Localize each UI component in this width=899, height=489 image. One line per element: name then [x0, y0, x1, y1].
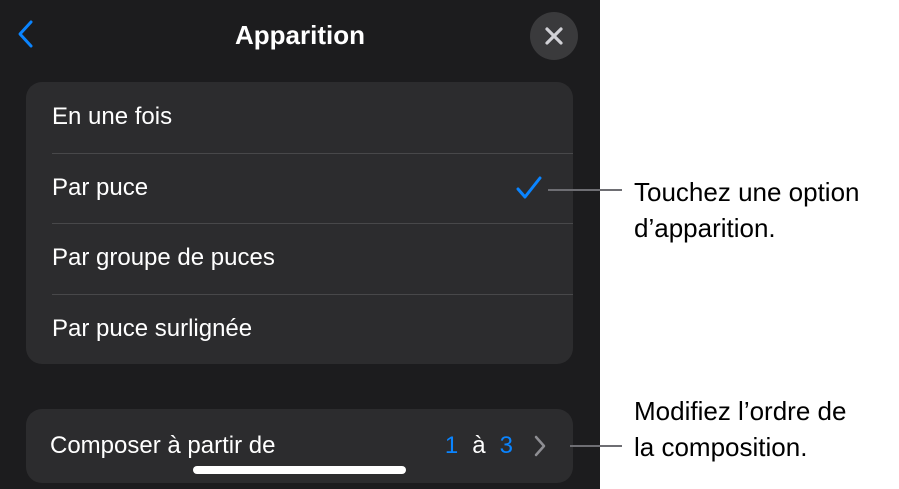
screenshot-stage: Apparition En une fois Par puce Par grou…: [0, 0, 899, 489]
callout-line-option: [548, 189, 622, 191]
callout-option-line1: Touchez une option: [634, 177, 860, 207]
close-icon: [545, 27, 563, 45]
option-label: Par puce: [52, 173, 149, 201]
range-from-value: 1: [444, 432, 459, 459]
callout-option-text: Touchez une option d’apparition.: [634, 174, 860, 246]
option-label: En une fois: [52, 103, 173, 131]
callout-option-line2: d’apparition.: [634, 213, 776, 243]
callout-line-order: [570, 445, 622, 447]
panel-header: Apparition: [0, 0, 600, 72]
option-en-une-fois[interactable]: En une fois: [26, 82, 573, 153]
checkmark-icon: [516, 176, 542, 199]
option-label: Par puce surlignée: [52, 314, 253, 342]
range-separator: à: [472, 432, 486, 459]
build-options-list: En une fois Par puce Par groupe de puces…: [26, 82, 573, 364]
page-title: Apparition: [235, 20, 365, 50]
callout-order-text: Modifiez l’ordre de la composition.: [634, 393, 846, 465]
chevron-right-icon: [533, 434, 547, 458]
option-par-puce[interactable]: Par puce: [26, 152, 573, 224]
option-par-puce-surlignee[interactable]: Par puce surlignée: [26, 293, 573, 365]
option-par-groupe-de-puces[interactable]: Par groupe de puces: [26, 223, 573, 294]
close-button[interactable]: [530, 12, 578, 60]
range-to-value: 3: [499, 432, 513, 459]
build-in-panel: Apparition En une fois Par puce Par grou…: [0, 0, 600, 489]
home-indicator[interactable]: [193, 466, 406, 474]
option-label: Par groupe de puces: [52, 244, 275, 272]
callout-order-line1: Modifiez l’ordre de: [634, 396, 847, 426]
callout-order-line2: la composition.: [634, 432, 808, 462]
build-range: 1 à 3: [445, 429, 547, 463]
compose-label: Composer à partir de: [50, 432, 276, 459]
